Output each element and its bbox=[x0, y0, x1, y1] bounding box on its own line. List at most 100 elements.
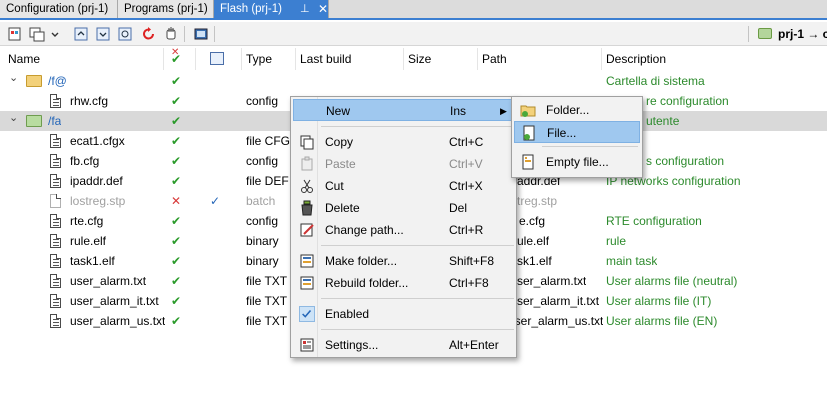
menu-separator bbox=[321, 126, 514, 127]
menu-item-settings[interactable]: Settings... Alt+Enter bbox=[293, 334, 514, 356]
settings-icon bbox=[299, 337, 315, 353]
toolbar-separator bbox=[214, 26, 215, 42]
menu-item-label: Cut bbox=[325, 179, 344, 193]
row-path: ser_alarm.txt bbox=[517, 274, 587, 288]
expand-all-icon[interactable] bbox=[94, 25, 112, 43]
properties-icon[interactable] bbox=[6, 25, 24, 43]
menu-item-label: Rebuild folder... bbox=[325, 276, 409, 290]
column-last-build[interactable]: Last build bbox=[296, 48, 404, 70]
row-path: treg.stp bbox=[517, 194, 558, 208]
new-folder-icon bbox=[520, 102, 536, 118]
status-check-icon: ✔ bbox=[171, 274, 182, 288]
column-path[interactable]: Path bbox=[478, 48, 602, 70]
row-name: fb.cfg bbox=[70, 154, 100, 168]
row-type: file DEF bbox=[246, 174, 289, 188]
column-enabled[interactable] bbox=[196, 48, 242, 70]
row-path: user_alarm_us.txt bbox=[508, 314, 604, 328]
menu-item-label: Paste bbox=[325, 157, 356, 171]
menu-item-new[interactable]: New Ins ▶ bbox=[293, 99, 514, 121]
file-icon bbox=[50, 154, 61, 168]
project-folder-icon bbox=[758, 28, 772, 39]
menu-item-label: Enabled bbox=[325, 307, 370, 321]
make-folder-icon bbox=[299, 253, 315, 269]
menu-item-label: File... bbox=[547, 126, 577, 140]
row-type: config bbox=[246, 154, 279, 168]
refresh-view-icon[interactable] bbox=[116, 25, 134, 43]
menu-item-label: New bbox=[326, 104, 351, 118]
menu-item-copy[interactable]: Copy Ctrl+C bbox=[293, 131, 514, 153]
close-icon[interactable]: ✕ bbox=[318, 0, 328, 18]
row-path: sk1.elf bbox=[517, 254, 552, 268]
menu-item-rebuild-folder[interactable]: Rebuild folder... Ctrl+F8 bbox=[293, 272, 514, 294]
column-name[interactable]: Name bbox=[4, 48, 164, 70]
project-breadcrumb[interactable]: prj-1 → c bbox=[778, 25, 827, 43]
row-type: file CFGX bbox=[246, 134, 290, 148]
submenu-item-folder[interactable]: Folder... bbox=[514, 99, 640, 121]
menu-item-change-path[interactable]: Change path... Ctrl+R bbox=[293, 219, 514, 241]
menu-item-enabled[interactable]: Enabled bbox=[293, 303, 514, 325]
column-status[interactable]: ✔ ✕ bbox=[164, 47, 196, 70]
tab-programs[interactable]: Programs (prj-1) bbox=[118, 0, 214, 18]
table-row[interactable]: ⌄ /f@ ✔ Cartella di sistema bbox=[0, 71, 827, 91]
book-icon[interactable] bbox=[192, 25, 210, 43]
column-header-row: Name ✔ ✕ Type Last build Size Path Descr… bbox=[0, 47, 827, 70]
status-check-icon: ✔ bbox=[171, 234, 182, 248]
row-type: binary bbox=[246, 254, 279, 268]
status-check-icon: ✔ bbox=[171, 174, 182, 188]
windows-icon[interactable] bbox=[28, 25, 46, 43]
row-name: user_alarm_it.txt bbox=[70, 294, 159, 308]
row-name: ecat1.cfgx bbox=[70, 134, 125, 148]
menu-item-cut[interactable]: Cut Ctrl+X bbox=[293, 175, 514, 197]
status-check-icon: ✔ bbox=[171, 74, 182, 88]
tab-bar: Configuration (prj-1) Programs (prj-1) F… bbox=[0, 0, 827, 20]
menu-item-paste[interactable]: Paste Ctrl+V bbox=[293, 153, 514, 175]
row-description: s configuration bbox=[646, 154, 725, 168]
menu-item-make-folder[interactable]: Make folder... Shift+F8 bbox=[293, 250, 514, 272]
menu-item-shortcut: Ctrl+X bbox=[449, 179, 483, 193]
row-description: User alarms file (EN) bbox=[606, 314, 718, 328]
row-description: User alarms file (neutral) bbox=[606, 274, 738, 288]
menu-separator bbox=[321, 245, 514, 246]
hand-icon[interactable] bbox=[162, 25, 180, 43]
status-check-icon: ✔ bbox=[171, 114, 182, 128]
tab-configuration[interactable]: Configuration (prj-1) bbox=[0, 0, 118, 18]
row-name: /fa bbox=[48, 114, 62, 128]
new-submenu: Folder... File... Empty file... bbox=[511, 96, 643, 178]
menu-item-delete[interactable]: Delete Del bbox=[293, 197, 514, 219]
row-name: ipaddr.def bbox=[70, 174, 123, 188]
column-description[interactable]: Description bbox=[602, 48, 827, 70]
row-description: User alarms file (IT) bbox=[606, 294, 712, 308]
submenu-item-empty-file[interactable]: Empty file... bbox=[514, 151, 640, 173]
menu-item-shortcut: Shift+F8 bbox=[449, 254, 495, 268]
reload-icon[interactable] bbox=[140, 25, 158, 43]
text-file-icon bbox=[50, 314, 61, 328]
row-description: RTE configuration bbox=[606, 214, 702, 228]
column-type[interactable]: Type bbox=[242, 48, 296, 70]
status-check-icon: ✔ bbox=[171, 134, 182, 148]
submenu-arrow-icon: ▶ bbox=[500, 106, 507, 116]
chevron-down-icon[interactable]: ⌄ bbox=[9, 71, 18, 84]
row-type: binary bbox=[246, 234, 279, 248]
status-check-icon: ✔ bbox=[171, 154, 182, 168]
folder-icon bbox=[26, 75, 42, 87]
column-size[interactable]: Size bbox=[404, 48, 478, 70]
status-x-icon: ✕ bbox=[171, 194, 182, 208]
row-type: file TXT bbox=[246, 274, 288, 288]
menu-item-label: Settings... bbox=[325, 338, 379, 352]
check-icon bbox=[299, 306, 315, 322]
file-icon bbox=[50, 234, 61, 248]
pin-icon[interactable]: ⊥ bbox=[300, 0, 310, 18]
row-type: batch bbox=[246, 194, 276, 208]
chevron-down-icon[interactable]: ⌄ bbox=[9, 111, 18, 124]
submenu-item-file[interactable]: File... bbox=[514, 121, 640, 143]
menu-item-label: Change path... bbox=[325, 223, 404, 237]
tab-label: Configuration (prj-1) bbox=[6, 3, 109, 15]
row-description: re configuration bbox=[646, 94, 729, 108]
chevron-down-icon[interactable] bbox=[46, 25, 59, 43]
row-type: file TXT bbox=[246, 314, 288, 328]
empty-file-icon bbox=[520, 154, 536, 170]
row-name: /f@ bbox=[48, 74, 67, 88]
tab-flash[interactable]: Flash (prj-1) ⊥ ✕ bbox=[214, 0, 329, 18]
collapse-all-icon[interactable] bbox=[72, 25, 90, 43]
enabled-check-icon: ✓ bbox=[210, 194, 221, 208]
